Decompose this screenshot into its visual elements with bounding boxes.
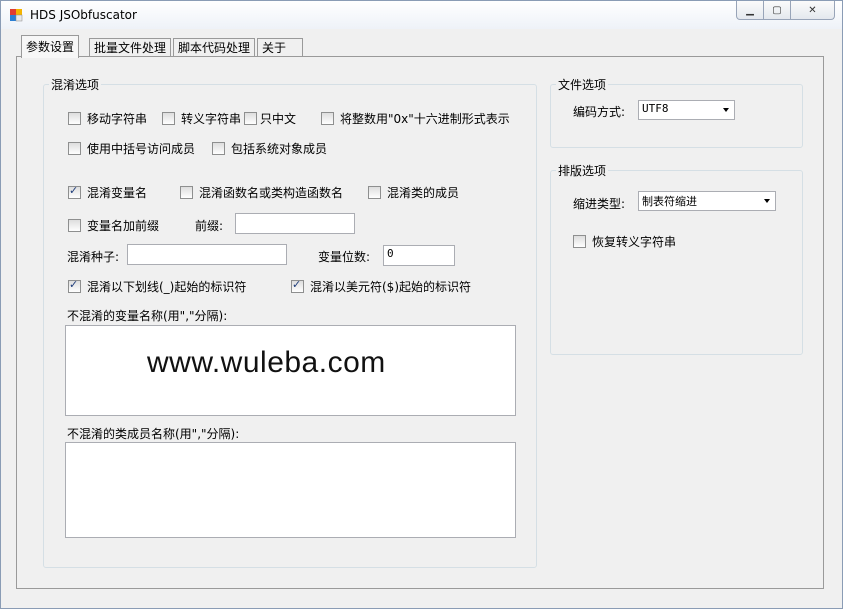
obfuscate-funcs-box[interactable] — [180, 186, 193, 199]
restore-escape-checkbox[interactable]: 恢复转义字符串 — [573, 233, 676, 250]
move-strings-checkbox[interactable]: 移动字符串 — [68, 110, 147, 127]
excluded-vars-label: 不混淆的变量名称(用","分隔): — [67, 309, 228, 323]
close-icon: ✕ — [808, 4, 817, 16]
restore-escape-label: 恢复转义字符串 — [592, 235, 677, 249]
chinese-only-checkbox[interactable]: 只中文 — [244, 110, 296, 127]
chinese-only-label: 只中文 — [260, 112, 297, 126]
encoding-value: UTF8 — [642, 102, 669, 115]
underscore-ids-checkbox[interactable]: 混淆以下划线(_)起始的标识符 — [68, 278, 246, 295]
watermark-text: www.wuleba.com — [147, 346, 386, 379]
indent-value: 制表符缩进 — [642, 195, 697, 208]
restore-escape-box[interactable] — [573, 235, 586, 248]
minimize-icon: ▁ — [746, 4, 754, 16]
hex-integers-box[interactable] — [321, 112, 334, 125]
app-window: HDS JSObfuscator ▁ ▢ ✕ 参数设置 批量文件处理 脚本代码处… — [0, 0, 843, 609]
obfuscate-funcs-checkbox[interactable]: 混淆函数名或类构造函数名 — [180, 184, 343, 201]
underscore-ids-label: 混淆以下划线(_)起始的标识符 — [87, 280, 247, 294]
maximize-button[interactable]: ▢ — [763, 1, 791, 20]
bracket-access-label: 使用中括号访问成员 — [87, 142, 196, 156]
chinese-only-box[interactable] — [244, 112, 257, 125]
digits-label: 变量位数: — [318, 250, 371, 264]
obfuscate-vars-label: 混淆变量名 — [87, 186, 148, 200]
var-prefix-label: 变量名加前缀 — [87, 219, 160, 233]
window-title: HDS JSObfuscator — [30, 8, 137, 22]
obfuscate-vars-checkbox[interactable]: 混淆变量名 — [68, 184, 147, 201]
system-members-label: 包括系统对象成员 — [231, 142, 328, 156]
escape-strings-box[interactable] — [162, 112, 175, 125]
dollar-ids-label: 混淆以美元符($)起始的标识符 — [310, 280, 471, 294]
hex-integers-label: 将整数用"0x"十六进制形式表示 — [340, 112, 510, 126]
dollar-ids-box[interactable] — [291, 278, 304, 293]
var-prefix-checkbox[interactable]: 变量名加前缀 — [68, 217, 159, 234]
title-bar[interactable]: HDS JSObfuscator ▁ ▢ ✕ — [1, 1, 842, 29]
obfuscate-vars-box[interactable] — [68, 184, 81, 199]
chevron-down-icon — [723, 108, 729, 112]
indent-label: 缩进类型: — [573, 197, 626, 211]
tab-batch-files[interactable]: 批量文件处理 — [89, 38, 172, 57]
bracket-access-box[interactable] — [68, 142, 81, 155]
close-button[interactable]: ✕ — [790, 1, 835, 20]
tab-script-code[interactable]: 脚本代码处理 — [173, 38, 256, 57]
chevron-down-icon — [764, 199, 770, 203]
digits-input[interactable]: 0 — [383, 245, 455, 266]
system-members-checkbox[interactable]: 包括系统对象成员 — [212, 140, 327, 157]
prefix-label: 前缀: — [195, 219, 224, 233]
app-icon — [9, 8, 23, 22]
file-options-group-title: 文件选项 — [556, 76, 609, 93]
indent-select[interactable]: 制表符缩进 — [638, 191, 776, 211]
system-members-box[interactable] — [212, 142, 225, 155]
encoding-select[interactable]: UTF8 — [638, 100, 735, 120]
tab-about[interactable]: 关于 — [257, 38, 303, 57]
bracket-access-checkbox[interactable]: 使用中括号访问成员 — [68, 140, 195, 157]
hex-integers-checkbox[interactable]: 将整数用"0x"十六进制形式表示 — [321, 110, 510, 127]
prefix-input[interactable] — [235, 213, 355, 234]
excluded-members-label: 不混淆的类成员名称(用","分隔): — [67, 427, 240, 441]
move-strings-box[interactable] — [68, 112, 81, 125]
underscore-ids-box[interactable] — [68, 278, 81, 293]
minimize-button[interactable]: ▁ — [736, 1, 764, 20]
encoding-label: 编码方式: — [573, 105, 626, 119]
obfuscate-class-members-box[interactable] — [368, 186, 381, 199]
tab-parameters[interactable]: 参数设置 — [21, 35, 80, 58]
obfuscation-group-title: 混淆选项 — [49, 76, 102, 93]
layout-options-group-title: 排版选项 — [556, 162, 609, 179]
excluded-members-textarea[interactable] — [65, 442, 516, 538]
move-strings-label: 移动字符串 — [87, 112, 148, 126]
maximize-icon: ▢ — [772, 4, 782, 16]
obfuscate-funcs-label: 混淆函数名或类构造函数名 — [199, 186, 344, 200]
dollar-ids-checkbox[interactable]: 混淆以美元符($)起始的标识符 — [291, 278, 471, 295]
seed-label: 混淆种子: — [67, 250, 120, 264]
obfuscate-class-members-label: 混淆类的成员 — [387, 186, 460, 200]
escape-strings-checkbox[interactable]: 转义字符串 — [162, 110, 241, 127]
seed-input[interactable] — [127, 244, 287, 265]
escape-strings-label: 转义字符串 — [181, 112, 242, 126]
obfuscate-class-members-checkbox[interactable]: 混淆类的成员 — [368, 184, 459, 201]
var-prefix-box[interactable] — [68, 219, 81, 232]
